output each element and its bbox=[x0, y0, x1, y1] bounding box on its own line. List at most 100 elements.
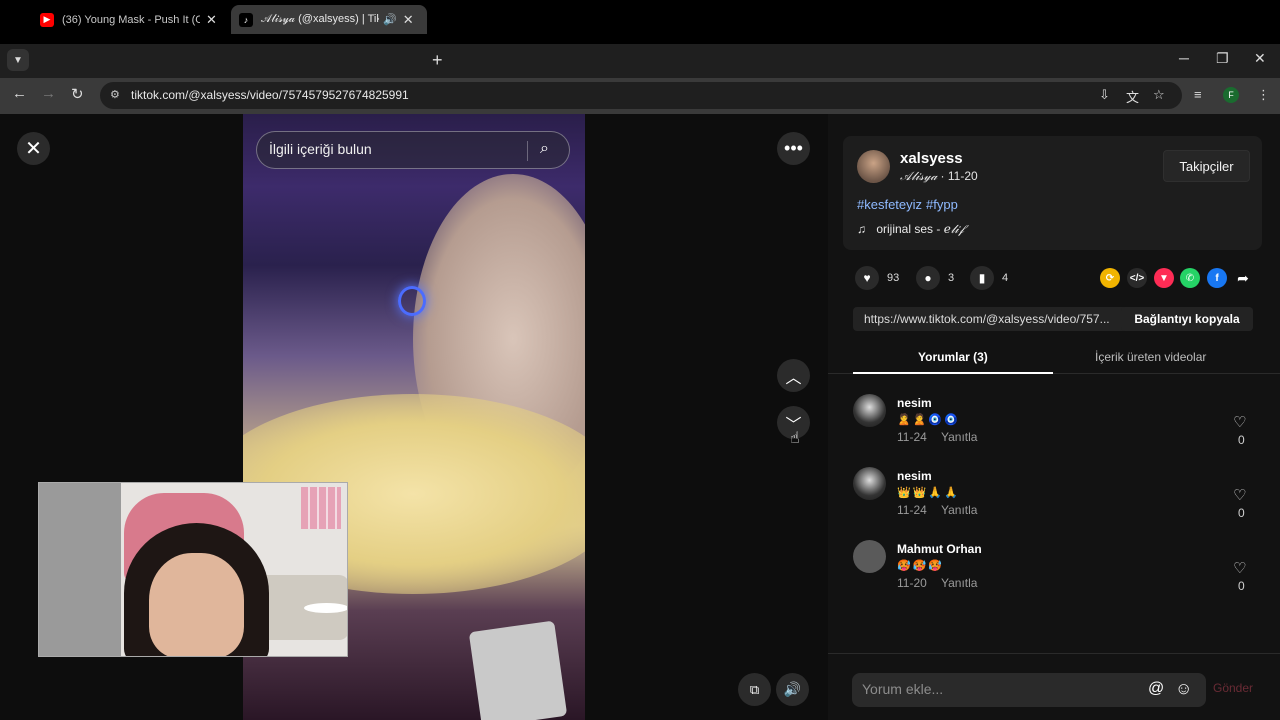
install-app-icon[interactable]: ⇩ bbox=[1099, 87, 1110, 103]
comment-action[interactable]: ● 3 bbox=[916, 266, 954, 290]
like-count: 93 bbox=[887, 272, 900, 284]
webcam-overlay bbox=[38, 482, 348, 657]
hashtag-link[interactable]: #fypp bbox=[926, 197, 958, 212]
commenter-avatar[interactable] bbox=[853, 540, 886, 573]
reply-link[interactable]: Yanıtla bbox=[941, 503, 977, 517]
author-meta: 𝒜𝓁𝒾𝓈𝓎𝒶 · 11-20 bbox=[900, 169, 978, 184]
comment-item: nesim 👑👑🙏🙏 11-24 Yanıtla ♡ 0 bbox=[853, 467, 1253, 527]
browser-tab-tiktok[interactable]: ♪ 𝒜𝓁𝒾𝓈𝓎𝒶 (@xalsyess) | TikTok 🔊 ✕ bbox=[231, 5, 427, 34]
hashtag-link[interactable]: #kesfeteyiz bbox=[857, 197, 922, 212]
more-options-icon[interactable]: ••• bbox=[777, 132, 810, 165]
bookmark-star-icon[interactable]: ☆ bbox=[1153, 87, 1165, 103]
tab-search-chevron-icon[interactable]: ▼ bbox=[7, 49, 29, 71]
author-username[interactable]: xalsyess bbox=[900, 150, 963, 167]
commenter-name[interactable]: nesim bbox=[897, 469, 932, 483]
author-avatar[interactable] bbox=[857, 150, 890, 183]
related-search-box[interactable]: ⌕ bbox=[256, 131, 570, 169]
forward-icon[interactable]: → bbox=[41, 85, 56, 102]
comment-date: 11-24 bbox=[897, 430, 927, 444]
comment-count: 3 bbox=[948, 272, 955, 284]
tiktok-icon: ♪ bbox=[239, 12, 253, 27]
comment-like-heart-icon[interactable]: ♡ bbox=[1233, 559, 1246, 577]
comment-text: 👑👑🙏🙏 bbox=[897, 487, 960, 499]
comment-like-count: 0 bbox=[1238, 579, 1245, 593]
music-note-icon: ♫ bbox=[857, 222, 866, 236]
save-action[interactable]: ▮ 4 bbox=[970, 266, 1008, 290]
music-info[interactable]: ♫ orijinal ses - 𝑒𝓁𝒾𝒻 bbox=[857, 222, 964, 237]
back-icon[interactable]: ← bbox=[12, 85, 27, 102]
panel-tabs: Yorumlar (3) İçerik üreten videolar bbox=[828, 340, 1280, 374]
audio-playing-icon[interactable]: 🔊 bbox=[383, 13, 397, 26]
browser-menu-icon[interactable]: ⋮ bbox=[1257, 87, 1270, 103]
commenter-avatar[interactable] bbox=[853, 467, 886, 500]
browser-tab-title: (36) Young Mask - Push It (Offic bbox=[62, 13, 200, 26]
comment-input[interactable] bbox=[862, 681, 1132, 697]
webcam-scene-shape bbox=[149, 553, 244, 656]
reply-link[interactable]: Yanıtla bbox=[941, 576, 977, 590]
copy-link-button[interactable]: Bağlantıyı kopyala bbox=[1121, 307, 1253, 331]
comment-text: 🥵🥵🥵 bbox=[897, 560, 945, 572]
video-frame-shape bbox=[398, 286, 426, 316]
commenter-name[interactable]: nesim bbox=[897, 396, 932, 410]
search-icon[interactable]: ⌕ bbox=[540, 140, 549, 158]
facebook-icon[interactable]: f bbox=[1207, 268, 1227, 288]
video-frame-shape bbox=[468, 620, 568, 720]
follow-button[interactable]: Takipçiler bbox=[1163, 150, 1250, 182]
comment-date: 11-20 bbox=[897, 576, 927, 590]
browser-tab-title: 𝒜𝓁𝒾𝓈𝓎𝒶 (@xalsyess) | TikTok bbox=[261, 13, 379, 25]
reply-link[interactable]: Yanıtla bbox=[941, 430, 977, 444]
site-info-icon[interactable]: ⚙ bbox=[110, 88, 120, 101]
bookmark-icon[interactable]: ▮ bbox=[970, 266, 994, 290]
music-prefix: orijinal ses - bbox=[876, 222, 941, 236]
previous-video-chevron-up-icon[interactable]: ︿ bbox=[777, 359, 810, 392]
address-bar[interactable]: ⚙ tiktok.com/@xalsyess/video/75745795276… bbox=[100, 82, 1182, 109]
url-text[interactable]: tiktok.com/@xalsyess/video/7574579527674… bbox=[131, 88, 409, 102]
close-tab-icon[interactable]: ✕ bbox=[403, 12, 414, 28]
comment-input-box[interactable]: @ ☺ bbox=[852, 673, 1206, 707]
meta-separator: · bbox=[940, 169, 945, 183]
commenter-name[interactable]: Mahmut Orhan bbox=[897, 542, 982, 556]
send-to-friend-icon[interactable]: ▼ bbox=[1154, 268, 1174, 288]
profile-avatar[interactable]: F bbox=[1223, 87, 1239, 103]
commenter-avatar[interactable] bbox=[853, 394, 886, 427]
webcam-scene-shape bbox=[301, 487, 341, 529]
related-search-input[interactable] bbox=[269, 141, 519, 157]
minimize-icon[interactable]: ─ bbox=[1179, 50, 1189, 66]
share-arrow-icon[interactable]: ➦ bbox=[1233, 268, 1253, 288]
floating-player-icon[interactable]: ⧉ bbox=[738, 673, 771, 706]
comment-like-count: 0 bbox=[1238, 433, 1245, 447]
divider bbox=[527, 141, 528, 161]
share-link-text[interactable]: https://www.tiktok.com/@xalsyess/video/7… bbox=[864, 312, 1119, 326]
restore-icon[interactable]: ❐ bbox=[1216, 50, 1229, 67]
media-controls-icon[interactable]: ≡ bbox=[1194, 87, 1202, 102]
emoji-smiley-icon[interactable]: ☺ bbox=[1175, 679, 1192, 699]
repost-icon[interactable]: ⟳ bbox=[1100, 268, 1120, 288]
music-artist: 𝑒𝓁𝒾𝒻 bbox=[943, 222, 965, 236]
close-tab-icon[interactable]: ✕ bbox=[206, 12, 217, 28]
new-tab-button[interactable]: + bbox=[432, 50, 443, 71]
comment-like-heart-icon[interactable]: ♡ bbox=[1233, 486, 1246, 504]
window-close-icon[interactable]: ✕ bbox=[1254, 50, 1266, 67]
send-comment-button[interactable]: Gönder bbox=[1213, 681, 1253, 695]
comment-item: Mahmut Orhan 🥵🥵🥵 11-20 Yanıtla ♡ 0 bbox=[853, 540, 1253, 600]
tab-creator-videos[interactable]: İçerik üreten videolar bbox=[1095, 350, 1206, 364]
embed-code-icon[interactable]: </> bbox=[1127, 268, 1147, 288]
browser-tab-strip bbox=[0, 44, 1280, 78]
whatsapp-icon[interactable]: ✆ bbox=[1180, 268, 1200, 288]
hashtag-list: #kesfeteyiz #fypp bbox=[857, 197, 962, 212]
reload-icon[interactable]: ↻ bbox=[71, 85, 84, 103]
browser-tab-youtube[interactable]: ▶ (36) Young Mask - Push It (Offic ✕ bbox=[32, 5, 225, 34]
tab-comments[interactable]: Yorumlar (3) bbox=[918, 350, 988, 364]
comment-like-heart-icon[interactable]: ♡ bbox=[1233, 413, 1246, 431]
share-link-row: https://www.tiktok.com/@xalsyess/video/7… bbox=[853, 307, 1253, 331]
mention-at-icon[interactable]: @ bbox=[1148, 680, 1164, 698]
heart-icon[interactable]: ♥ bbox=[855, 266, 879, 290]
mouse-cursor-icon: ☝ bbox=[790, 430, 800, 447]
translate-icon[interactable]: 文 bbox=[1126, 87, 1139, 106]
volume-icon[interactable]: 🔊 bbox=[776, 673, 809, 706]
comment-bubble-icon[interactable]: ● bbox=[916, 266, 940, 290]
comment-composer: @ ☺ Gönder bbox=[828, 653, 1280, 720]
close-video-icon[interactable]: ✕ bbox=[17, 132, 50, 165]
like-action[interactable]: ♥ 93 bbox=[855, 266, 899, 290]
webcam-scene-shape bbox=[304, 603, 347, 613]
